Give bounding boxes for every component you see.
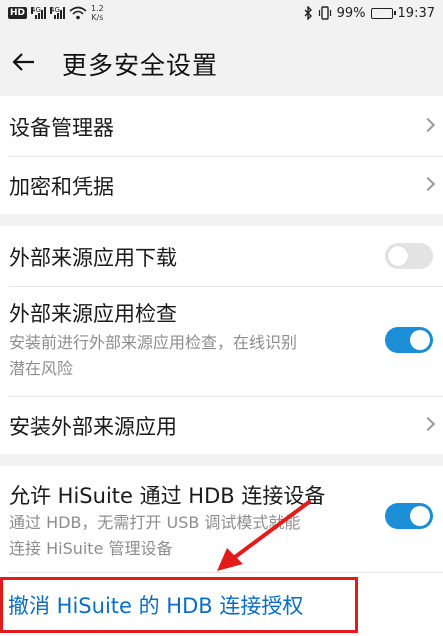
chevron-right-icon [420,176,436,192]
settings-group-1: 设备管理器 加密和凭据 [0,96,443,214]
encryption-credentials-label: 加密和凭据 [9,175,114,199]
toggle-knob [410,506,430,526]
external-source-download-toggle[interactable] [385,243,433,269]
install-external-apps-item[interactable]: 安装外部来源应用 [0,396,443,454]
signal-icon: 4G [50,6,66,19]
toggle-knob [410,330,430,350]
status-bar: HD 4G 4G 1.2 K/s 99% 19:37 [0,0,443,26]
external-source-check-item[interactable]: 外部来源应用检查 安装前进行外部来源应用检查，在线识别 潜在风险 [0,286,443,396]
hisuite-hdb-toggle[interactable] [385,503,433,529]
encryption-credentials-item[interactable]: 加密和凭据 [0,156,443,214]
chevron-right-icon [420,117,436,133]
external-source-check-desc-2: 潜在风险 [9,359,74,378]
annotation-arrow-icon [217,500,311,571]
external-source-check-toggle[interactable] [385,327,433,353]
chevron-right-icon [420,416,436,432]
hd-badge: HD [8,7,28,19]
external-source-download-label: 外部来源应用下载 [9,246,177,270]
external-source-download-item[interactable]: 外部来源应用下载 [0,226,443,286]
hisuite-hdb-desc-1: 通过 HDB，无需打开 USB 调试模式就能 [9,513,301,532]
install-external-apps-label: 安装外部来源应用 [9,415,177,439]
page-title: 更多安全设置 [62,51,219,80]
battery-percent: 99% [336,5,366,21]
device-manager-label: 设备管理器 [9,116,114,140]
signal-icon: 4G [31,6,47,19]
settings-group-2: 外部来源应用下载 外部来源应用检查 安装前进行外部来源应用检查，在线识别 潜在风… [0,226,443,454]
wifi-icon [69,6,87,20]
external-source-check-desc-1: 安装前进行外部来源应用检查，在线识别 [9,333,298,352]
bluetooth-icon [304,6,312,20]
net-speed-unit: K/s [91,13,104,22]
revoke-hisuite-hdb-link[interactable]: 撤消 HiSuite 的 HDB 连接授权 [8,590,303,620]
back-button[interactable] [10,48,38,76]
battery-icon [370,7,396,19]
net-speed: 1.2 K/s [91,4,104,22]
device-manager-item[interactable]: 设备管理器 [0,96,443,156]
toggle-knob [388,246,408,266]
status-right: 99% 19:37 [304,3,435,23]
signal-tag: 4G [31,6,41,14]
signal-tag: 4G [50,6,60,14]
clock: 19:37 [397,5,435,21]
external-source-check-label: 外部来源应用检查 [9,302,177,326]
hisuite-hdb-desc-2: 连接 HiSuite 管理设备 [9,539,173,558]
vibrate-icon [318,6,331,20]
status-left: HD 4G 4G 1.2 K/s [8,3,104,23]
arrow-left-icon [12,53,34,71]
app-bar: 更多安全设置 [0,36,443,92]
net-speed-value: 1.2 [91,4,104,13]
